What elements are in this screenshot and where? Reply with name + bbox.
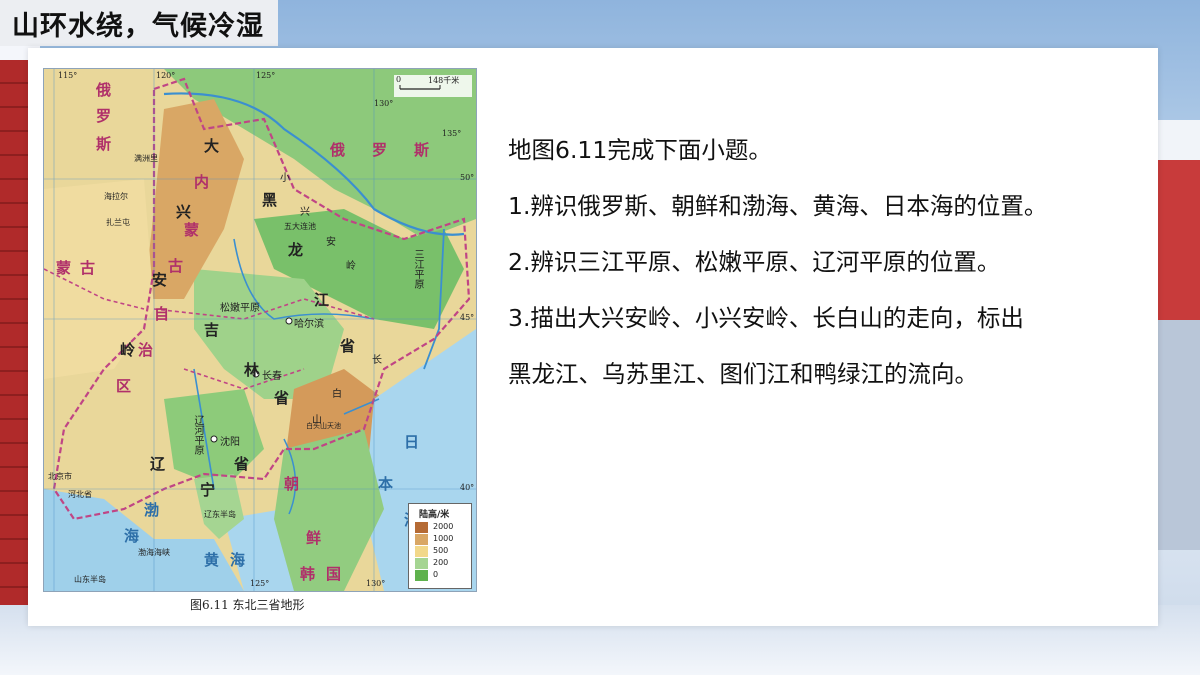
sea-label: 黄 <box>204 551 220 569</box>
mountain-label: 小 <box>280 173 290 184</box>
plain-label: 三江平原 <box>412 249 423 289</box>
country-label: 鲜 <box>306 529 322 547</box>
province-label: 宁 <box>200 481 216 499</box>
province-label: 省 <box>340 337 356 355</box>
legend-level: 1000 <box>433 534 454 543</box>
slide-title-box: 山环水绕，气候冷湿 <box>0 0 278 46</box>
legend-level: 500 <box>433 546 449 555</box>
map-legend: 陆高/米 2000 1000 500 200 0 <box>408 503 472 589</box>
province-label: 蒙 <box>184 221 200 239</box>
country-label: 俄 <box>96 81 112 99</box>
legend-swatch <box>415 546 428 557</box>
province-label: 治 <box>138 341 154 359</box>
country-label: 斯 <box>96 135 112 153</box>
province-label: 省 <box>234 455 250 473</box>
legend-level: 2000 <box>433 522 454 531</box>
place-label: 河北省 <box>68 490 92 499</box>
plain-label: 松嫩平原 <box>220 303 260 314</box>
country-label: 俄 <box>330 141 346 159</box>
lon-label: 125° <box>256 71 276 80</box>
terrain-map: 0 148千米 115° 120° 125° 130° 135° 125° 13… <box>43 68 477 592</box>
question-1: 1.辨识俄罗斯、朝鲜和渤海、黄海、日本海的位置。 <box>508 192 1048 220</box>
province-label: 江 <box>314 291 330 309</box>
province-label: 辽 <box>150 455 166 473</box>
map-caption: 图6.11 东北三省地形 <box>190 598 305 612</box>
province-label: 龙 <box>288 241 304 259</box>
lat-label: 50° <box>460 173 475 182</box>
legend-title: 陆高/米 <box>419 510 450 520</box>
question-3-line-2: 黑龙江、乌苏里江、图们江和鸭绿江的流向。 <box>508 360 978 388</box>
legend-swatch <box>415 534 428 545</box>
sea-label: 本 <box>378 475 394 493</box>
province-label: 内 <box>194 173 210 191</box>
lon-label: 120° <box>156 71 176 80</box>
place-label: 满洲里 <box>134 154 158 163</box>
province-label: 省 <box>274 389 290 407</box>
lat-label: 45° <box>460 313 475 322</box>
province-label: 黑 <box>262 191 278 209</box>
mountain-label: 兴 <box>300 207 310 218</box>
lon-label: 135° <box>442 129 462 138</box>
legend-swatch <box>415 570 428 581</box>
place-label: 山东半岛 <box>74 575 106 584</box>
place-label: 白头山天池 <box>306 422 341 430</box>
lon-label: 130° <box>366 579 386 588</box>
sea-label: 海 <box>124 527 140 545</box>
legend-swatch <box>415 522 428 533</box>
country-label: 韩 <box>300 565 316 583</box>
question-2: 2.辨识三江平原、松嫩平原、辽河平原的位置。 <box>508 248 1001 276</box>
lon-label: 125° <box>250 579 270 588</box>
sea-label: 海 <box>230 551 246 569</box>
mountain-label: 兴 <box>176 203 192 221</box>
lon-label: 130° <box>374 99 394 108</box>
plain-label: 辽河平原 <box>192 415 203 455</box>
country-label: 蒙 <box>56 259 72 277</box>
question-3-line-1: 3.描出大兴安岭、小兴安岭、长白山的走向，标出 <box>508 304 1024 332</box>
sea-label: 日 <box>404 433 420 451</box>
mountain-label: 大 <box>204 137 220 155</box>
scale-end-label: 148千米 <box>428 76 460 85</box>
mountain-label: 长 <box>372 355 382 366</box>
sea-label: 渤海海峡 <box>138 548 170 557</box>
country-label: 斯 <box>414 141 430 159</box>
sea-label: 渤 <box>144 501 160 519</box>
question-panel: 地图6.11完成下面小题。 1.辨识俄罗斯、朝鲜和渤海、黄海、日本海的位置。 2… <box>508 122 1173 402</box>
place-label: 扎兰屯 <box>106 218 130 227</box>
question-intro: 地图6.11完成下面小题。 <box>508 136 772 164</box>
province-label: 自 <box>154 305 170 323</box>
country-label: 罗 <box>96 107 112 125</box>
city-label: 沈阳 <box>220 437 240 448</box>
city-label: 长春 <box>262 371 282 382</box>
mountain-label: 岭 <box>120 341 136 359</box>
country-label: 国 <box>326 565 342 583</box>
legend-swatch <box>415 558 428 569</box>
province-label: 吉 <box>204 321 220 339</box>
place-label: 五大连池 <box>284 222 316 231</box>
scale-start-label: 0 <box>396 75 402 84</box>
slide-title: 山环水绕，气候冷湿 <box>12 10 264 42</box>
city-label: 哈尔滨 <box>294 319 324 330</box>
mountain-label: 安 <box>152 271 168 289</box>
lon-label: 115° <box>58 71 78 80</box>
place-label: 北京市 <box>48 472 72 481</box>
lat-label: 40° <box>460 483 475 492</box>
place-label: 辽东半岛 <box>204 510 236 519</box>
legend-level: 200 <box>433 558 449 567</box>
province-label: 区 <box>116 377 132 395</box>
province-label: 古 <box>168 257 184 275</box>
country-label: 朝 <box>284 475 300 493</box>
province-label: 林 <box>244 361 260 379</box>
country-label: 古 <box>80 259 96 277</box>
mountain-label: 白 <box>332 389 342 400</box>
country-label: 罗 <box>372 141 388 159</box>
mountain-label: 安 <box>326 237 336 248</box>
background-house-left <box>0 60 30 620</box>
mountain-label: 岭 <box>346 261 356 272</box>
legend-level: 0 <box>433 570 439 579</box>
place-label: 海拉尔 <box>104 192 128 201</box>
